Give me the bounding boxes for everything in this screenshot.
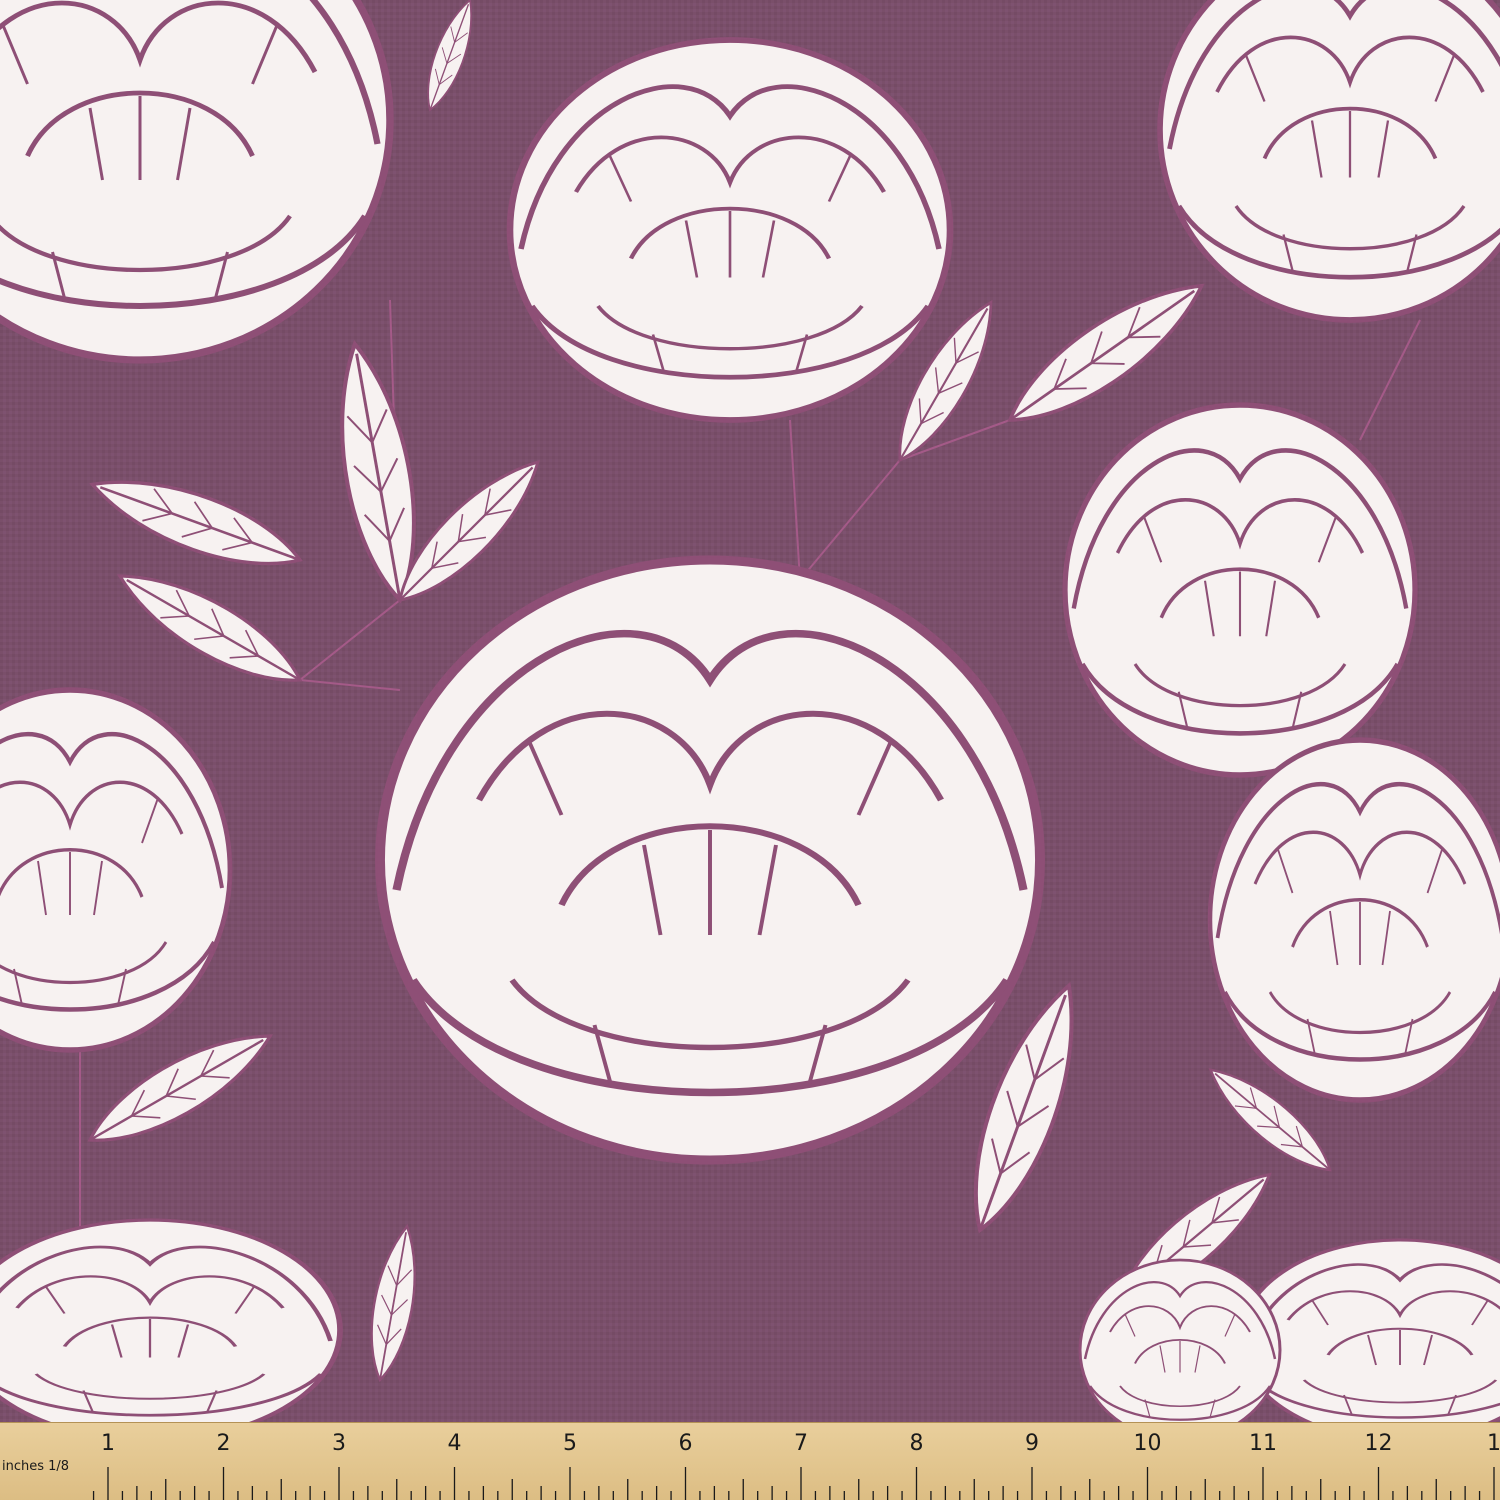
ruler-number: 5 (563, 1431, 577, 1456)
ruler-number: 6 (678, 1431, 693, 1456)
peony-pattern-image (0, 0, 1500, 1422)
fabric-preview: inches 1/8 1 2 3 4 5 6 7 8 9 10 11 12 1 (0, 0, 1500, 1500)
ruler-number: 3 (332, 1431, 346, 1456)
ruler-number: 12 (1364, 1431, 1393, 1456)
ruler-number: 9 (1025, 1431, 1039, 1456)
ruler-number: 7 (794, 1431, 808, 1456)
ruler-number: 11 (1249, 1431, 1277, 1456)
ruler-number: 10 (1133, 1431, 1162, 1456)
ruler-number: 1 (1487, 1431, 1500, 1456)
ruler-number: 2 (216, 1431, 231, 1456)
ruler-number: 8 (909, 1431, 924, 1456)
ruler-number: 1 (101, 1431, 115, 1456)
ruler-unit-label: inches 1/8 (2, 1459, 70, 1474)
measuring-ruler: inches 1/8 1 2 3 4 5 6 7 8 9 10 11 12 1 (0, 1422, 1500, 1500)
ruler-number: 4 (447, 1431, 462, 1456)
